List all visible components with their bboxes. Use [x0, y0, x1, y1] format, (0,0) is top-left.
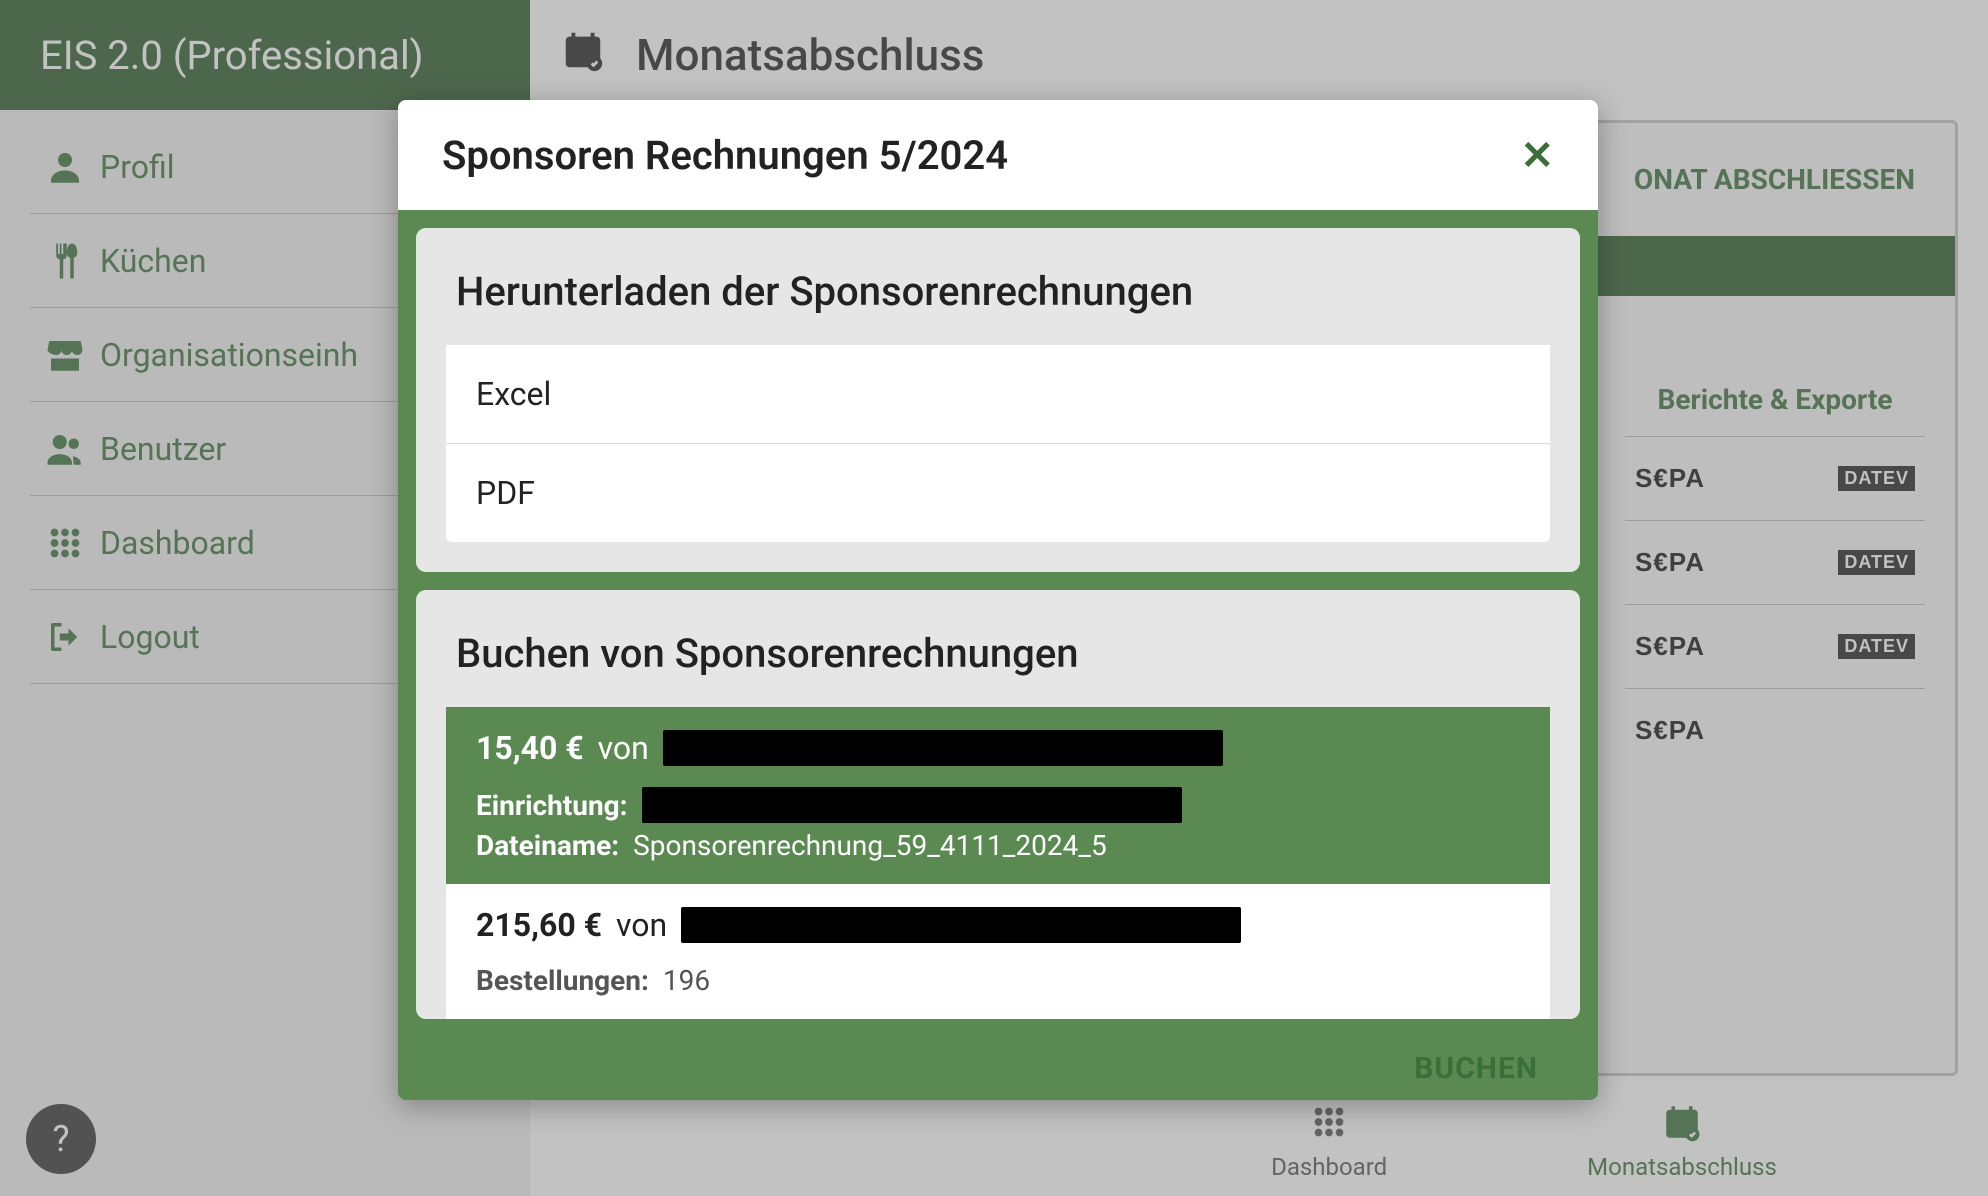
booking-item[interactable]: 215,60 € von Bestellungen: 196 [446, 884, 1550, 1019]
booking-bestellungen-label: Bestellungen: [476, 964, 649, 997]
redacted-einrichtung [642, 787, 1182, 823]
booking-dateiname-label: Dateiname: [476, 829, 619, 862]
booking-von: von [616, 906, 667, 944]
booking-amount: 215,60 € [476, 906, 602, 944]
download-card-title: Herunterladen der Sponsorenrechnungen [446, 258, 1550, 345]
booking-einrichtung-label: Einrichtung: [476, 789, 628, 822]
buchen-button[interactable]: BUCHEN [1414, 1051, 1538, 1086]
booking-bestellungen: 196 [663, 964, 710, 997]
redacted-sponsor-name [663, 730, 1223, 766]
book-card: Buchen von Sponsorenrechnungen 15,40 € v… [416, 590, 1580, 1019]
booking-amount: 15,40 € [476, 729, 584, 767]
booking-dateiname: Sponsorenrechnung_59_4111_2024_5 [633, 829, 1107, 862]
download-excel[interactable]: Excel [446, 345, 1550, 444]
booking-item[interactable]: 15,40 € von Einrichtung: Dateiname: Spon… [446, 707, 1550, 884]
download-pdf[interactable]: PDF [446, 444, 1550, 542]
book-card-title: Buchen von Sponsorenrechnungen [446, 620, 1550, 707]
sponsor-invoices-modal: Sponsoren Rechnungen 5/2024 ✕ Herunterla… [398, 100, 1598, 1100]
modal-body: Herunterladen der Sponsorenrechnungen Ex… [398, 210, 1598, 1100]
booking-von: von [598, 729, 649, 767]
modal-header: Sponsoren Rechnungen 5/2024 ✕ [398, 100, 1598, 210]
booking-list: 15,40 € von Einrichtung: Dateiname: Spon… [446, 707, 1550, 1019]
redacted-sponsor-name [681, 907, 1241, 943]
close-icon[interactable]: ✕ [1520, 132, 1554, 179]
download-card: Herunterladen der Sponsorenrechnungen Ex… [416, 228, 1580, 572]
modal-title: Sponsoren Rechnungen 5/2024 [442, 132, 1008, 179]
